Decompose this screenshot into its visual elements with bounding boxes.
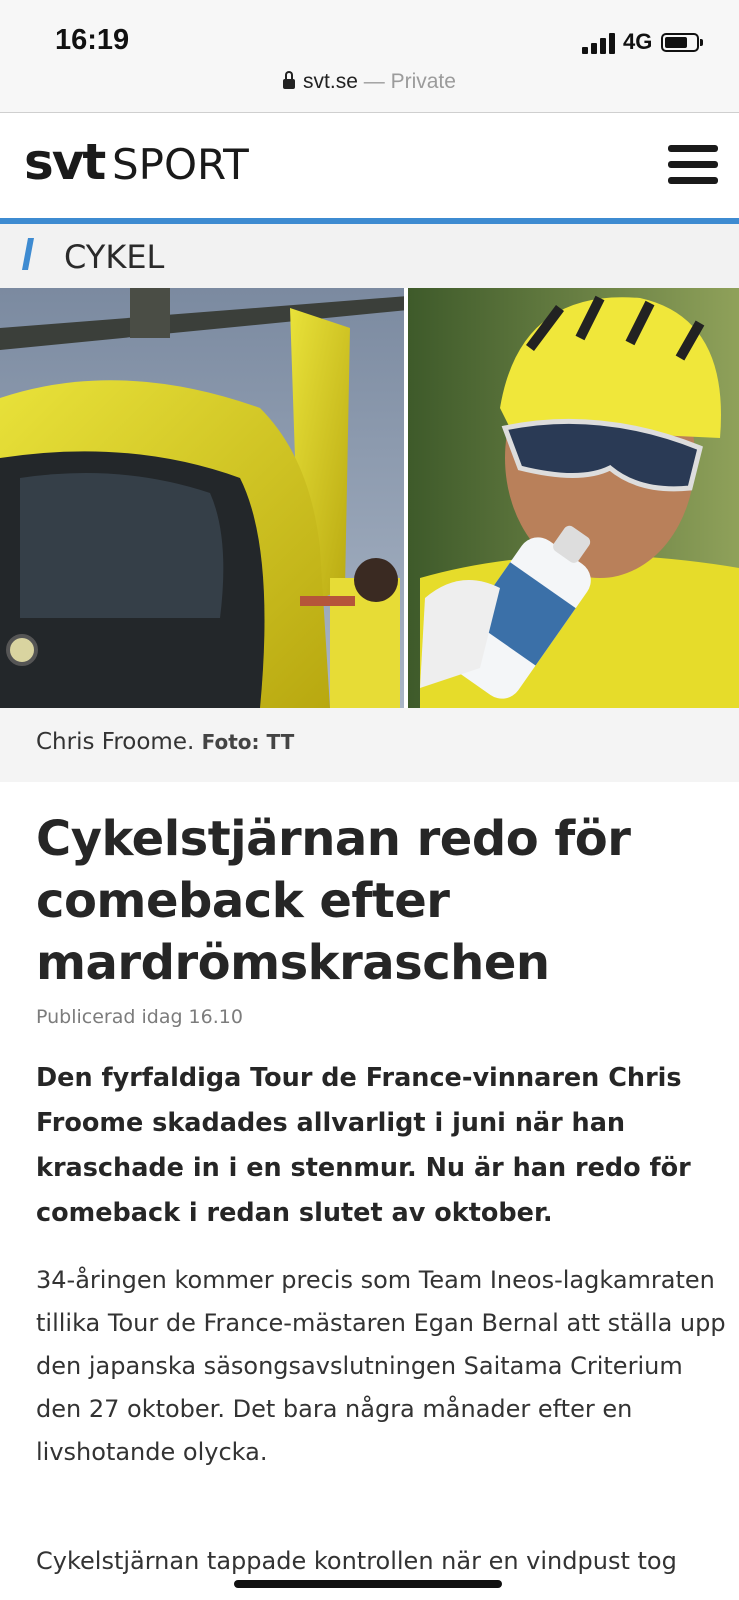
lock-icon <box>283 71 296 89</box>
sport-logo-label[interactable]: SPORT <box>112 140 249 189</box>
address-bar[interactable]: svt.se — Private <box>0 70 739 94</box>
site-header <box>0 113 739 218</box>
article-paragraph: Cykelstjärnan tappade kontrollen när en … <box>36 1547 677 1575</box>
caption-name: Chris Froome. <box>36 729 195 755</box>
svt-logo[interactable]: svt <box>24 133 106 191</box>
home-indicator[interactable] <box>234 1580 502 1588</box>
article-paragraph: 34-åringen kommer precis som Team Ineos-… <box>36 1266 726 1466</box>
caption-text: Chris Froome. Foto: TT <box>36 729 294 755</box>
status-time: 16:19 <box>55 24 130 56</box>
url-domain: svt.se <box>303 70 358 93</box>
private-label: — Private <box>357 70 456 93</box>
network-type: 4G <box>623 29 653 54</box>
section-slash-icon <box>22 238 34 270</box>
hamburger-menu-icon[interactable] <box>668 145 718 185</box>
battery-icon <box>661 33 703 52</box>
section-label[interactable]: CYKEL <box>64 238 164 276</box>
caption-credit: Foto: TT <box>201 730 295 754</box>
hero-image[interactable] <box>0 288 739 708</box>
signal-strength-icon <box>582 32 616 54</box>
article-lead: Den fyrfaldiga Tour de France-vinnaren C… <box>36 1063 691 1228</box>
article-headline: Cykelstjärnan redo för comeback efter ma… <box>36 811 631 991</box>
publish-date: Publicerad idag 16.10 <box>36 1006 243 1028</box>
